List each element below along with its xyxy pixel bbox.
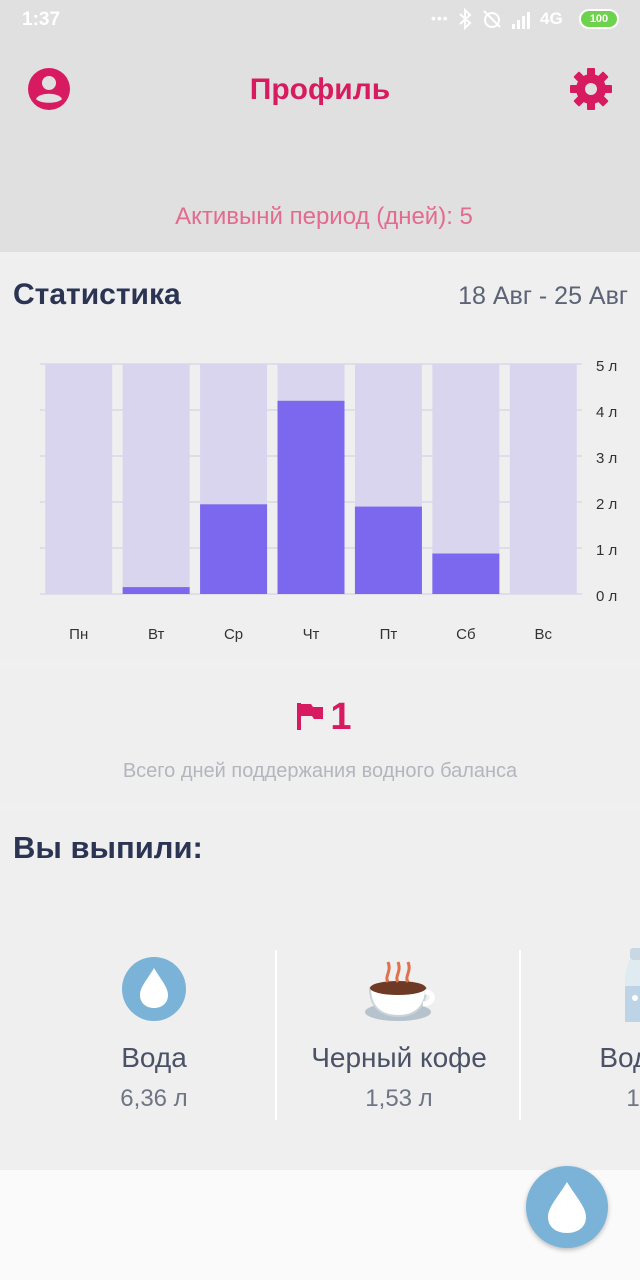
drink-amount: 1,3 bbox=[626, 1085, 640, 1112]
water-intake-chart: 5 л 4 л 3 л 2 л 1 л 0 л Пн Вт Ср Чт Пт Сб Вс bbox=[40, 358, 617, 643]
chart-bar-background bbox=[122, 364, 190, 594]
x-tick-label: Вт bbox=[148, 626, 165, 643]
drinks-title: Вы выпили: bbox=[13, 830, 203, 865]
page-title: Профиль bbox=[249, 73, 391, 106]
chart-bar-background bbox=[509, 364, 577, 594]
y-tick-label: 4 л bbox=[596, 404, 617, 421]
profile-header: Профиль Активынй период (дней): 5 bbox=[0, 40, 640, 252]
y-tick-label: 3 л bbox=[596, 450, 617, 467]
bluetooth-icon bbox=[459, 8, 472, 30]
y-tick-label: 0 л bbox=[596, 588, 617, 605]
bottle-icon bbox=[625, 948, 640, 1022]
alarm-off-icon bbox=[483, 10, 501, 28]
drink-item-water[interactable]: Вода 6,36 л bbox=[32, 952, 276, 1132]
flag-icon bbox=[297, 703, 324, 730]
drinks-card: Вы выпили: Вода 6,36 л Черный кофе 1,53 … bbox=[0, 812, 640, 1170]
network-type: 4G bbox=[540, 9, 563, 28]
gear-icon[interactable] bbox=[569, 67, 613, 111]
x-tick-label: Чт bbox=[303, 626, 320, 643]
chart-bar[interactable] bbox=[354, 506, 422, 594]
y-tick-label: 1 л bbox=[596, 542, 617, 559]
drink-amount: 1,53 л bbox=[365, 1085, 433, 1112]
statistics-title: Статистика bbox=[13, 278, 181, 311]
y-tick-label: 2 л bbox=[596, 496, 617, 513]
active-period-text: Активынй период (дней): 5 bbox=[175, 203, 473, 230]
balance-days-counter: 1 bbox=[0, 696, 640, 739]
balance-days-caption: Всего дней поддержания водного баланса bbox=[122, 760, 518, 782]
chart-bar[interactable] bbox=[122, 587, 190, 594]
status-bar: 1:37 ••• 4G 100 bbox=[0, 0, 640, 40]
water-drop-icon bbox=[548, 1182, 586, 1233]
x-tick-label: Пт bbox=[380, 626, 398, 643]
y-tick-label: 5 л bbox=[596, 358, 617, 375]
chart-bar[interactable] bbox=[277, 400, 345, 594]
x-tick-label: Ср bbox=[224, 626, 243, 643]
water-drop-icon bbox=[122, 957, 186, 1021]
status-time: 1:37 bbox=[22, 9, 61, 30]
date-range[interactable]: 18 Авг - 25 Авг bbox=[458, 282, 628, 311]
chart-bar[interactable] bbox=[200, 504, 268, 594]
statistics-card: Статистика 18 Авг - 25 Авг 5 л 4 л 3 л 2 л 1… bbox=[0, 260, 640, 658]
signal-icon bbox=[512, 12, 530, 29]
notification-dots: ••• bbox=[431, 10, 449, 26]
balance-days-count: 1 bbox=[330, 696, 352, 738]
x-tick-label: Пн bbox=[69, 626, 88, 643]
chart-bar-background bbox=[45, 364, 113, 594]
drink-name: Вода с bbox=[599, 1042, 640, 1073]
add-water-fab[interactable] bbox=[526, 1166, 608, 1248]
chart-bar[interactable] bbox=[432, 553, 500, 594]
battery-indicator: 100 bbox=[581, 11, 617, 27]
balance-days-card: 1 Всего дней поддержания водного баланса bbox=[0, 670, 640, 802]
drink-item-water-with[interactable]: Вода с 1,3 bbox=[521, 948, 640, 1132]
x-tick-label: Сб bbox=[456, 626, 475, 643]
coffee-cup-icon bbox=[365, 961, 435, 1021]
x-tick-label: Вс bbox=[535, 626, 553, 643]
drink-name: Черный кофе bbox=[311, 1042, 487, 1073]
drink-item-black-coffee[interactable]: Черный кофе 1,53 л bbox=[277, 952, 521, 1132]
drink-name: Вода bbox=[121, 1042, 187, 1073]
drink-amount: 6,36 л bbox=[120, 1085, 188, 1112]
